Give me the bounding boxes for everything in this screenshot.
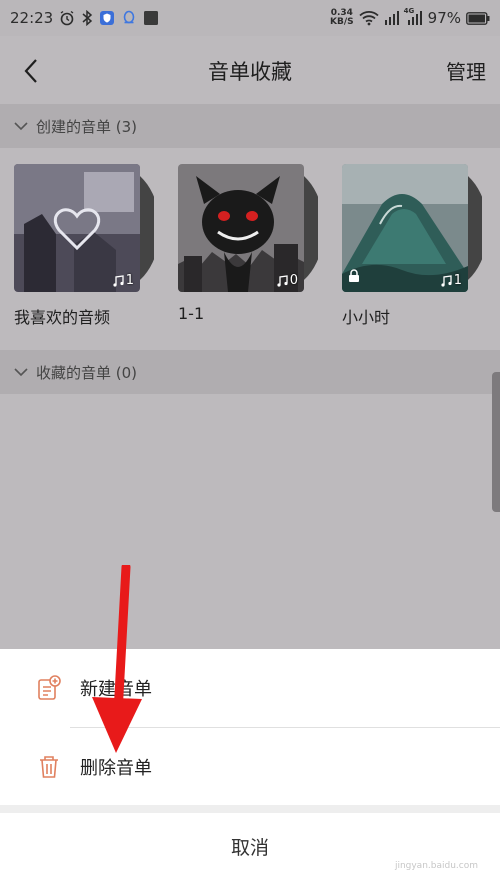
track-count-value: 1 [453,273,462,288]
signal-4g-icon: 4G [403,7,423,26]
delete-playlist-option[interactable]: 删除音单 [0,728,500,806]
watermark: jingyan.baidu.com [394,861,478,871]
network-type-label: 4G [403,7,415,15]
empty-content-area [0,394,500,649]
network-speed: 0.34 KB/S [330,9,354,27]
playlist-cover-image: 1 [14,164,140,292]
playlist-card[interactable]: 0 1-1 [178,164,328,323]
manage-button[interactable]: 管理 [446,56,486,85]
track-count-value: 1 [125,273,134,288]
track-count: 1 [112,273,134,288]
playlist-cover-image: 1 [342,164,468,292]
battery-icon [466,11,490,25]
track-count: 0 [276,273,298,288]
sheet-separator [0,805,500,813]
section-collected-playlists[interactable]: 收藏的音单 (0) [0,350,500,394]
section-collected-label: 收藏的音单 (0) [36,363,138,382]
section-created-label: 创建的音单 (3) [36,117,138,136]
track-count: 1 [440,273,462,288]
playlist-card[interactable]: 1 小小时 [342,164,492,328]
chevron-down-icon [14,368,28,377]
wifi-icon [359,10,379,26]
playlist-cover-image: 0 [178,164,304,292]
music-note-icon [441,274,452,287]
page-title: 音单收藏 [208,60,292,84]
scrollbar-handle[interactable] [492,372,500,512]
app-header: 音单收藏 管理 [0,36,500,104]
delete-playlist-label: 删除音单 [80,758,152,779]
bluetooth-icon [81,10,93,26]
lock-icon [348,267,360,286]
action-sheet: 新建音单 删除音单 取消 [0,649,500,879]
shield-app-icon [99,10,115,26]
music-note-icon [277,274,288,287]
track-count-value: 0 [289,273,298,288]
clock-time: 22:23 [10,9,54,27]
app-square-icon [143,10,159,26]
network-speed-unit: KB/S [330,17,354,27]
trash-icon [40,756,58,778]
music-note-icon [113,274,124,287]
playlist-name: 我喜欢的音频 [14,308,111,327]
status-bar: 22:23 0.34 KB/S 4G 97% [0,0,500,36]
new-playlist-icon [38,675,61,700]
new-playlist-option[interactable]: 新建音单 [0,649,500,727]
chevron-down-icon [14,122,28,131]
playlist-grid: 1 我喜欢的音频 0 1-1 1 小小时 [0,148,500,344]
alarm-icon [59,10,75,26]
qq-icon [121,10,137,26]
new-playlist-label: 新建音单 [80,679,152,700]
battery-percent: 97% [427,9,461,27]
playlist-card[interactable]: 1 我喜欢的音频 [14,164,164,328]
section-created-playlists[interactable]: 创建的音单 (3) [0,104,500,148]
playlist-name: 1-1 [178,304,205,323]
playlist-name: 小小时 [342,308,391,327]
signal-icon [384,10,400,26]
